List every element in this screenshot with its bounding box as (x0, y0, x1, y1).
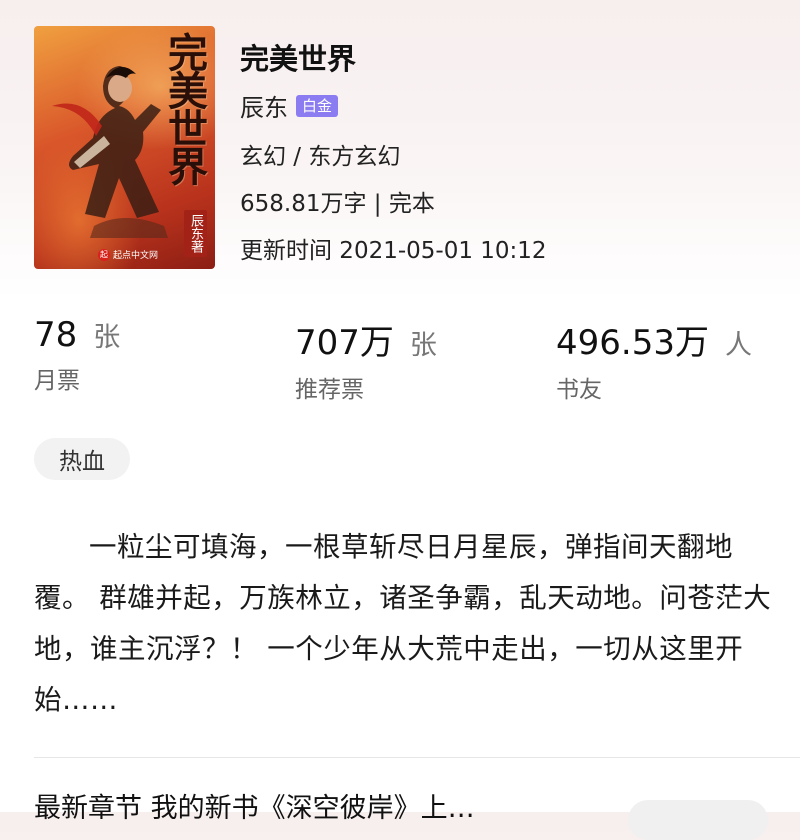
stat-monthly-tickets[interactable]: 78 张 月票 (34, 315, 120, 395)
book-title: 完美世界 (240, 42, 357, 76)
stat-value: 496.53万 (556, 323, 709, 363)
genre-tag[interactable]: 热血 (34, 438, 130, 480)
stat-unit: 人 (724, 330, 752, 361)
stat-recommend-tickets[interactable]: 707万张 推荐票 (295, 315, 437, 404)
cover-logo: 起 起点中文网 (98, 248, 158, 261)
stat-value: 707万 (295, 323, 394, 363)
cover-author: 辰东著 (184, 210, 207, 257)
book-wordcount-status: 658.81万字 | 完本 (240, 191, 435, 217)
stat-label: 月票 (34, 368, 80, 394)
stat-value: 78 (34, 315, 78, 355)
stat-label: 推荐票 (295, 377, 364, 403)
stat-readers[interactable]: 496.53万人 书友 (556, 315, 752, 404)
book-cover[interactable]: 完美世界 辰东著 起 起点中文网 (34, 26, 215, 269)
author-link[interactable]: 辰东 (240, 88, 288, 123)
divider (34, 757, 800, 758)
book-update-time: 更新时间 2021-05-01 10:12 (240, 238, 547, 264)
latest-chapter-link[interactable]: 最新章节 我的新书《深空彼岸》上… (34, 786, 594, 825)
cover-title: 完美世界 (161, 32, 208, 184)
stat-label: 书友 (556, 377, 602, 403)
stat-unit: 张 (409, 330, 437, 361)
latest-chapter-button[interactable] (628, 800, 768, 840)
book-category: 玄幻 / 东方玄幻 (240, 144, 401, 170)
author-level-badge: 白金 (296, 94, 339, 117)
book-synopsis[interactable]: 一粒尘可填海，一根草斩尽日月星辰，弹指间天翻地覆。 群雄并起，万族林立，诸圣争霸… (34, 522, 774, 726)
qidian-logo-icon: 起 (98, 248, 110, 261)
cover-logo-text: 起点中文网 (113, 251, 159, 261)
stat-unit: 张 (93, 322, 121, 353)
author-row: 辰东 白金 (240, 88, 339, 123)
